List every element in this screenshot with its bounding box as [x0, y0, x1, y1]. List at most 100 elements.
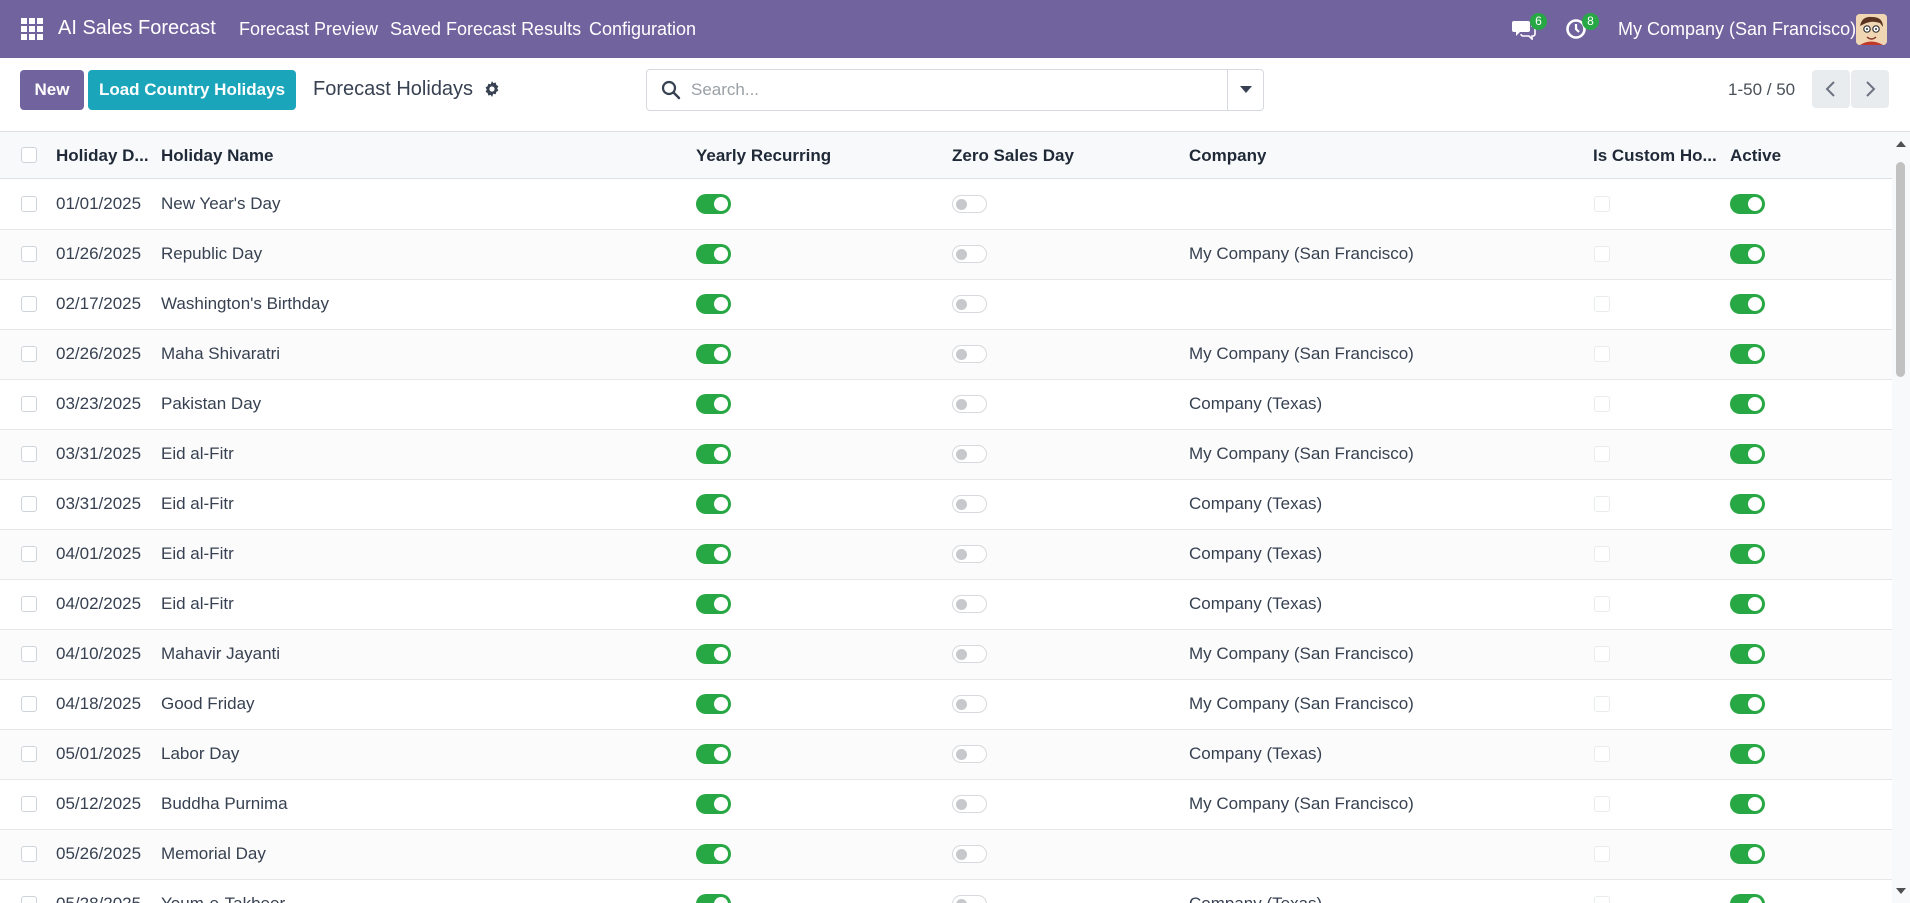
table-row[interactable]: 05/01/2025 Labor Day Company (Texas) — [0, 730, 1892, 780]
active-toggle[interactable] — [1730, 494, 1765, 514]
zero-sales-day-toggle[interactable] — [952, 295, 987, 313]
active-toggle[interactable] — [1730, 894, 1765, 903]
table-row[interactable]: 05/12/2025 Buddha Purnima My Company (San … — [0, 780, 1892, 830]
is-custom-holiday-checkbox[interactable] — [1594, 896, 1610, 903]
apps-menu-icon[interactable] — [21, 18, 43, 40]
row-select-checkbox[interactable] — [21, 396, 37, 412]
table-row[interactable]: 02/17/2025 Washington's Birthday — [0, 280, 1892, 330]
active-toggle[interactable] — [1730, 694, 1765, 714]
row-select-checkbox[interactable] — [21, 846, 37, 862]
row-select-checkbox[interactable] — [21, 246, 37, 262]
active-toggle[interactable] — [1730, 194, 1765, 214]
is-custom-holiday-checkbox[interactable] — [1594, 546, 1610, 562]
is-custom-holiday-checkbox[interactable] — [1594, 246, 1610, 262]
zero-sales-day-toggle[interactable] — [952, 245, 987, 263]
is-custom-holiday-checkbox[interactable] — [1594, 696, 1610, 712]
column-active[interactable]: Active — [1730, 146, 1781, 166]
yearly-recurring-toggle[interactable] — [696, 744, 731, 764]
active-toggle[interactable] — [1730, 744, 1765, 764]
row-select-checkbox[interactable] — [21, 296, 37, 312]
is-custom-holiday-checkbox[interactable] — [1594, 646, 1610, 662]
table-row[interactable]: 03/31/2025 Eid al-Fitr My Company (San Fra… — [0, 430, 1892, 480]
column-zero-sales-day[interactable]: Zero Sales Day — [952, 146, 1074, 166]
yearly-recurring-toggle[interactable] — [696, 344, 731, 364]
table-row[interactable]: 01/26/2025 Republic Day My Company (San Fr… — [0, 230, 1892, 280]
is-custom-holiday-checkbox[interactable] — [1594, 346, 1610, 362]
zero-sales-day-toggle[interactable] — [952, 345, 987, 363]
row-select-checkbox[interactable] — [21, 196, 37, 212]
is-custom-holiday-checkbox[interactable] — [1594, 846, 1610, 862]
company-switcher[interactable]: My Company (San Francisco) — [1618, 19, 1856, 40]
zero-sales-day-toggle[interactable] — [952, 745, 987, 763]
row-select-checkbox[interactable] — [21, 496, 37, 512]
scrollbar-thumb[interactable] — [1896, 162, 1905, 377]
row-select-checkbox[interactable] — [21, 746, 37, 762]
active-toggle[interactable] — [1730, 244, 1765, 264]
yearly-recurring-toggle[interactable] — [696, 894, 731, 903]
table-row[interactable]: 05/26/2025 Memorial Day — [0, 830, 1892, 880]
scroll-down-arrow-icon[interactable] — [1896, 888, 1906, 894]
active-toggle[interactable] — [1730, 544, 1765, 564]
yearly-recurring-toggle[interactable] — [696, 244, 731, 264]
table-row[interactable]: 04/10/2025 Mahavir Jayanti My Company (San… — [0, 630, 1892, 680]
yearly-recurring-toggle[interactable] — [696, 294, 731, 314]
row-select-checkbox[interactable] — [21, 546, 37, 562]
table-row[interactable]: 05/28/2025 Youm-e-Takbeer Company (Texas) — [0, 880, 1892, 903]
gear-icon[interactable] — [484, 81, 500, 97]
scroll-up-arrow-icon[interactable] — [1896, 141, 1906, 147]
yearly-recurring-toggle[interactable] — [696, 444, 731, 464]
yearly-recurring-toggle[interactable] — [696, 644, 731, 664]
yearly-recurring-toggle[interactable] — [696, 594, 731, 614]
yearly-recurring-toggle[interactable] — [696, 694, 731, 714]
row-select-checkbox[interactable] — [21, 646, 37, 662]
zero-sales-day-toggle[interactable] — [952, 545, 987, 563]
pager-previous-button[interactable] — [1812, 70, 1850, 108]
select-all-checkbox[interactable] — [21, 147, 37, 163]
zero-sales-day-toggle[interactable] — [952, 395, 987, 413]
menu-configuration[interactable]: Configuration — [589, 19, 696, 40]
app-name[interactable]: AI Sales Forecast — [58, 17, 216, 40]
is-custom-holiday-checkbox[interactable] — [1594, 796, 1610, 812]
zero-sales-day-toggle[interactable] — [952, 645, 987, 663]
is-custom-holiday-checkbox[interactable] — [1594, 396, 1610, 412]
table-row[interactable]: 04/02/2025 Eid al-Fitr Company (Texas) — [0, 580, 1892, 630]
zero-sales-day-toggle[interactable] — [952, 895, 987, 903]
column-holiday-date[interactable]: Holiday D... — [56, 146, 152, 166]
zero-sales-day-toggle[interactable] — [952, 795, 987, 813]
active-toggle[interactable] — [1730, 844, 1765, 864]
search-options-toggle[interactable] — [1227, 70, 1263, 110]
is-custom-holiday-checkbox[interactable] — [1594, 446, 1610, 462]
is-custom-holiday-checkbox[interactable] — [1594, 596, 1610, 612]
column-holiday-name[interactable]: Holiday Name — [161, 146, 273, 166]
yearly-recurring-toggle[interactable] — [696, 844, 731, 864]
zero-sales-day-toggle[interactable] — [952, 845, 987, 863]
yearly-recurring-toggle[interactable] — [696, 194, 731, 214]
search-input[interactable] — [691, 71, 1211, 109]
active-toggle[interactable] — [1730, 794, 1765, 814]
load-country-holidays-button[interactable]: Load Country Holidays — [88, 70, 296, 110]
active-toggle[interactable] — [1730, 644, 1765, 664]
table-row[interactable]: 03/23/2025 Pakistan Day Company (Texas) — [0, 380, 1892, 430]
active-toggle[interactable] — [1730, 594, 1765, 614]
zero-sales-day-toggle[interactable] — [952, 495, 987, 513]
active-toggle[interactable] — [1730, 394, 1765, 414]
row-select-checkbox[interactable] — [21, 696, 37, 712]
row-select-checkbox[interactable] — [21, 446, 37, 462]
column-company[interactable]: Company — [1189, 146, 1266, 166]
new-button[interactable]: New — [20, 70, 84, 110]
column-is-custom-holiday[interactable]: Is Custom Ho... — [1593, 146, 1718, 166]
pager-value[interactable]: 1-50 / 50 — [1728, 80, 1795, 100]
active-toggle[interactable] — [1730, 294, 1765, 314]
table-row[interactable]: 02/26/2025 Maha Shivaratri My Company (San… — [0, 330, 1892, 380]
yearly-recurring-toggle[interactable] — [696, 494, 731, 514]
active-toggle[interactable] — [1730, 344, 1765, 364]
zero-sales-day-toggle[interactable] — [952, 695, 987, 713]
zero-sales-day-toggle[interactable] — [952, 195, 987, 213]
pager-next-button[interactable] — [1851, 70, 1889, 108]
table-row[interactable]: 01/01/2025 New Year's Day — [0, 180, 1892, 230]
table-row[interactable]: 04/01/2025 Eid al-Fitr Company (Texas) — [0, 530, 1892, 580]
row-select-checkbox[interactable] — [21, 896, 37, 903]
column-yearly-recurring[interactable]: Yearly Recurring — [696, 146, 831, 166]
vertical-scrollbar[interactable] — [1892, 132, 1910, 903]
is-custom-holiday-checkbox[interactable] — [1594, 196, 1610, 212]
